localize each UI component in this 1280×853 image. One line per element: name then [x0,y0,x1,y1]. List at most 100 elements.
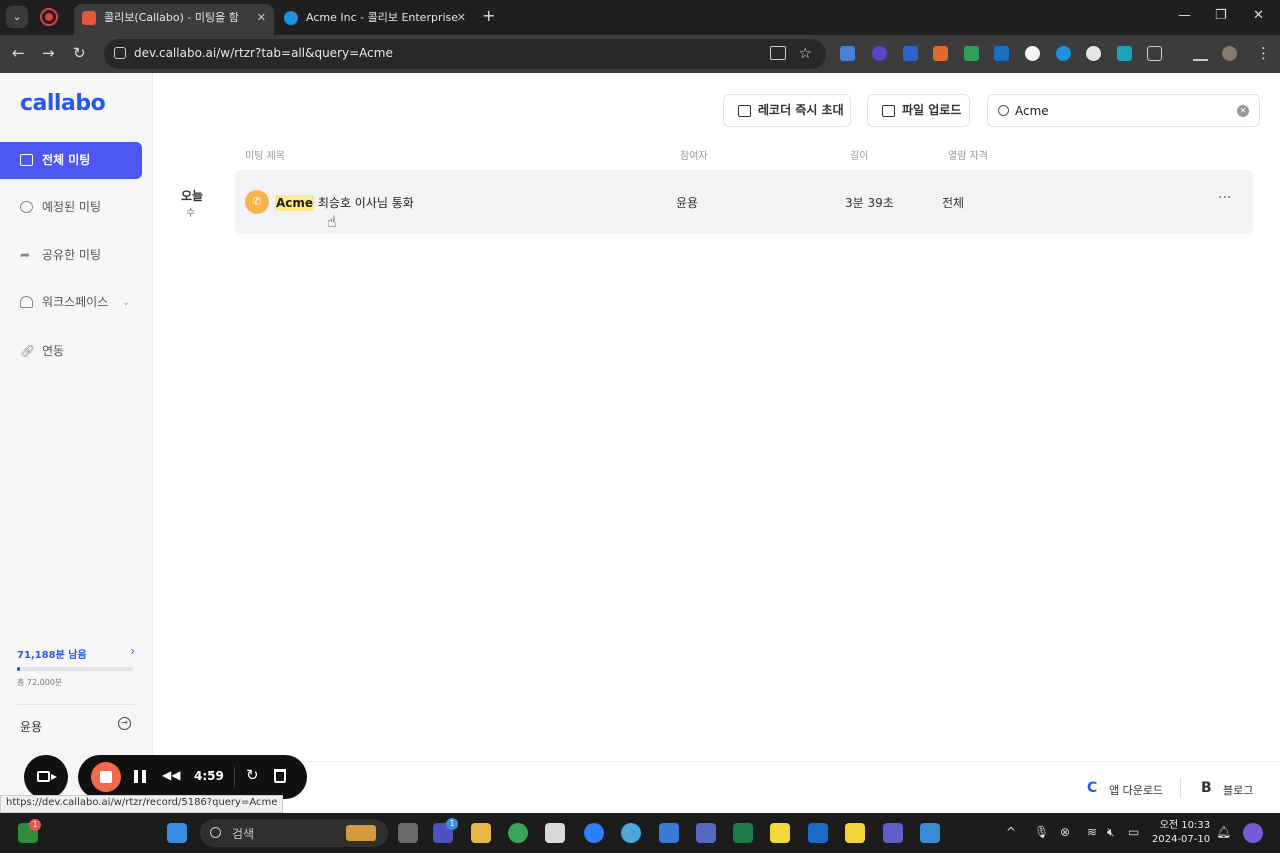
recorder-invite-label: 레코더 즉시 초대 [758,103,844,117]
link-status-bar: https://dev.callabo.ai/w/rtzr/record/518… [0,795,284,813]
callabo-logo[interactable]: callabo [20,91,106,116]
restart-icon[interactable]: ↻ [246,766,259,784]
url-text[interactable]: dev.callabo.ai/w/rtzr?tab=all&query=Acme [134,46,393,60]
excel-icon[interactable] [733,823,753,843]
extension-s-icon[interactable] [1117,46,1132,61]
callabo-c-icon: C [1087,780,1098,796]
camera-toggle-button[interactable] [24,755,68,799]
pause-icon[interactable] [134,770,146,783]
tab-title: Acme Inc - 콜리보 Enterprise [306,11,459,24]
bookmark-star-icon[interactable]: ☆ [799,44,812,62]
close-tab-icon[interactable]: ✕ [257,4,266,32]
windows-start-icon[interactable] [167,823,187,843]
restore-icon[interactable]: ❐ [1215,8,1227,23]
search-box[interactable]: ✕ [987,94,1260,127]
notification-badge: 1 [29,819,41,831]
translate-icon[interactable] [770,46,786,60]
status-x-icon[interactable]: ⊗ [1060,825,1070,839]
chrome-icon[interactable] [508,823,528,843]
more-options-icon[interactable]: ··· [1218,190,1231,206]
table-row[interactable]: ✆ Acme 최승호 이사님 통화 윤용 3분 39초 전체 ··· [235,170,1253,234]
stop-recording-button[interactable] [91,762,121,792]
sticky-notes-icon[interactable] [845,823,865,843]
column-header-length: 길이 [850,151,869,162]
sidebar-item-scheduled[interactable]: 예정된 미팅 [0,189,142,226]
sidebar-item-integrations[interactable]: 🔗︎ 연동 [0,333,142,370]
back-icon[interactable]: ← [12,44,25,62]
tray-expand-icon[interactable]: ^ [1006,825,1016,839]
new-tab-button[interactable]: + [482,6,495,25]
teams-work-icon[interactable] [883,823,903,843]
outlook-icon[interactable] [808,823,828,843]
upload-file-icon [882,105,895,117]
app-download-link[interactable]: C 앱 다운로드 [1087,780,1163,798]
menu-kebab-icon[interactable]: ⋮ [1256,44,1271,62]
extension-translate-icon[interactable] [840,46,855,61]
profile-avatar[interactable] [1222,46,1237,61]
battery-icon[interactable]: ▭ [1128,825,1139,839]
callabo-favicon-icon [82,11,96,25]
chevron-down-icon[interactable]: ⌄ [122,284,130,321]
task-view-icon[interactable] [398,823,418,843]
kakaotalk-icon[interactable] [770,823,790,843]
meeting-access: 전체 [942,196,965,210]
search-icon [210,827,221,838]
snipping-tool-icon[interactable] [545,823,565,843]
notification-bell-icon[interactable]: 🔔︎ [1216,825,1231,839]
extension-salesforce-icon[interactable] [1056,46,1071,61]
address-bar[interactable]: dev.callabo.ai/w/rtzr?tab=all&query=Acme… [104,39,826,69]
tab-search-button[interactable]: ⌄ [6,6,28,28]
file-upload-button[interactable]: 파일 업로드 [867,94,970,127]
taskbar-search[interactable]: 검색 [200,819,388,847]
user-name[interactable]: 윤용 [20,718,42,735]
meeting-title[interactable]: Acme 최승호 이사님 통화 [275,194,414,211]
sidebar-item-workspace[interactable]: 워크스페이스 ⌄ [0,284,142,321]
reload-icon[interactable]: ↻ [73,44,86,62]
app-blue-icon[interactable] [659,823,679,843]
app-purple-icon[interactable] [696,823,716,843]
site-info-icon[interactable] [114,47,126,59]
file-explorer-icon[interactable] [471,823,491,843]
close-window-icon[interactable]: ✕ [1253,8,1264,23]
download-icon[interactable] [1193,46,1208,61]
tab-acme[interactable]: Acme Inc - 콜리보 Enterprise ✕ [276,4,474,35]
clear-search-icon[interactable]: ✕ [1237,105,1249,117]
divider [1180,778,1181,798]
forward-icon[interactable]: → [42,44,55,62]
user-menu-arrow-icon[interactable]: → [118,717,131,730]
extension-note-icon[interactable] [994,46,1009,61]
sidebar-item-shared[interactable]: ➦ 공유한 미팅 [0,237,142,274]
extension-callabo-icon[interactable] [1025,46,1040,61]
recorder-invite-button[interactable]: 레코더 즉시 초대 [723,94,851,127]
extension-pen-icon[interactable] [964,46,979,61]
extension-rocket-icon[interactable] [933,46,948,61]
recording-indicator-icon[interactable] [40,8,58,26]
person-icon [20,296,33,308]
browser-globe-icon[interactable] [621,823,641,843]
sidebar: callabo 전체 미팅 예정된 미팅 ➦ 공유한 미팅 워크스페이스 ⌄ 🔗… [0,73,153,813]
blog-b-icon: B [1201,780,1212,796]
blog-link[interactable]: B 블로그 [1201,780,1253,798]
close-tab-icon[interactable]: ✕ [457,4,466,32]
extensions-puzzle-icon[interactable] [1147,46,1162,61]
extension-disk-icon[interactable] [1086,46,1101,61]
search-input[interactable] [1015,101,1225,121]
notification-badge: 1 [446,818,458,830]
zoom-icon[interactable] [584,823,604,843]
tab-callabo[interactable]: 콜리보(Callabo) - 미팅을 함 ✕ [74,4,274,35]
copilot-icon[interactable] [1243,823,1263,843]
sidebar-item-all-meetings[interactable]: 전체 미팅 [0,142,142,179]
usage-quota[interactable]: 71,188분 남음 › 총 72,000분 [17,644,135,688]
extension-shield-icon[interactable] [903,46,918,61]
trash-icon[interactable] [274,769,286,783]
extension-gear-icon[interactable] [872,46,887,61]
wifi-icon[interactable]: ≋ [1087,825,1097,839]
browser-toolbar: ← → ↻ dev.callabo.ai/w/rtzr?tab=all&quer… [0,35,1280,73]
minimize-icon[interactable]: — [1178,8,1191,23]
rewind-icon[interactable]: ◀◀ [162,768,180,782]
microphone-icon[interactable]: 🎙︎ [1034,825,1049,839]
chevron-right-icon[interactable]: › [130,644,135,658]
volume-muted-icon[interactable]: 🔇︎ [1107,825,1115,840]
app-window-icon[interactable] [920,823,940,843]
taskbar-clock[interactable]: 오전 10:33 2024-07-10 [1152,819,1210,847]
